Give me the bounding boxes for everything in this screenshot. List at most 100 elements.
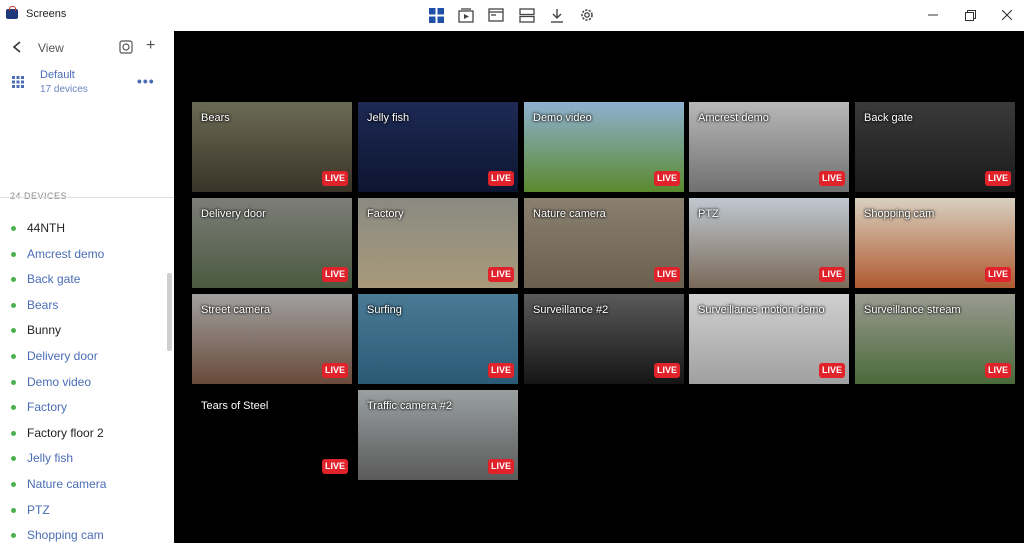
device-name: Jelly fish <box>27 451 74 466</box>
device-list-item[interactable]: Delivery door <box>0 344 174 370</box>
online-status-icon <box>11 302 16 308</box>
camera-tile[interactable]: Surveillance stream LIVE <box>855 294 1015 384</box>
device-name: Delivery door <box>27 348 98 363</box>
back-icon[interactable] <box>12 40 22 56</box>
live-badge: LIVE <box>322 267 348 282</box>
playback-icon[interactable] <box>457 6 475 24</box>
camera-tile[interactable]: Demo video LIVE <box>524 102 684 192</box>
camera-name: Street camera <box>201 304 271 316</box>
live-badge: LIVE <box>985 267 1011 282</box>
device-list-item[interactable]: Nature camera <box>0 472 174 498</box>
device-list-item[interactable]: Jelly fish <box>0 446 174 472</box>
camera-tile[interactable]: Street camera LIVE <box>192 294 352 384</box>
live-badge: LIVE <box>819 267 845 282</box>
view-label: View <box>38 41 64 55</box>
camera-name: Delivery door <box>201 208 266 220</box>
camera-name: Nature camera <box>533 208 606 220</box>
live-badge: LIVE <box>322 459 348 474</box>
view-default[interactable]: Default 17 devices ••• <box>0 67 174 99</box>
view-default-device-count: 17 devices <box>40 84 88 95</box>
camera-tile[interactable]: Surveillance #2 LIVE <box>524 294 684 384</box>
online-status-icon <box>11 405 16 411</box>
device-list-item[interactable]: Factory <box>0 395 174 421</box>
divider <box>0 197 174 198</box>
grid-icon <box>12 75 24 93</box>
online-status-icon <box>11 251 16 257</box>
minimize-button[interactable] <box>923 6 943 24</box>
live-badge: LIVE <box>654 267 680 282</box>
live-badge: LIVE <box>488 363 514 378</box>
online-status-icon <box>11 328 16 334</box>
device-list-item[interactable]: Bears <box>0 293 174 319</box>
camera-settings-icon[interactable] <box>119 40 133 59</box>
title-bar: Screens <box>0 0 1024 31</box>
camera-tile[interactable]: Nature camera LIVE <box>524 198 684 288</box>
camera-grid: Bears LIVE Jelly fish LIVE Demo video LIVE Amc… <box>174 31 1024 543</box>
camera-name: Surveillance #2 <box>533 304 609 316</box>
device-list-item[interactable]: Shopping cam <box>0 523 174 543</box>
online-status-icon <box>11 481 16 487</box>
device-list-item[interactable]: Back gate <box>0 267 174 293</box>
app-logo-icon <box>6 6 18 19</box>
camera-tile[interactable]: PTZ LIVE <box>689 198 849 288</box>
camera-name: Bears <box>201 112 230 124</box>
camera-tile[interactable]: Delivery door LIVE <box>192 198 352 288</box>
camera-name: Tears of Steel <box>201 400 269 412</box>
camera-tile[interactable]: Surfing LIVE <box>358 294 518 384</box>
device-list-item[interactable]: 44NTH <box>0 216 174 242</box>
device-list-item[interactable]: PTZ <box>0 498 174 524</box>
live-badge: LIVE <box>819 363 845 378</box>
split-view-icon[interactable] <box>518 6 536 24</box>
device-list-item[interactable]: Bunny <box>0 318 174 344</box>
device-count-header: 24 DEVICES <box>10 191 68 201</box>
device-list: 44NTH Amcrest demo Back gate Bears Bunny Deli… <box>0 216 174 543</box>
download-icon[interactable] <box>548 6 566 24</box>
live-badge: LIVE <box>985 171 1011 186</box>
scrollbar-thumb[interactable] <box>167 273 172 351</box>
live-badge: LIVE <box>654 363 680 378</box>
gear-icon[interactable] <box>578 6 596 24</box>
online-status-icon <box>11 379 16 385</box>
camera-tile[interactable]: Bears LIVE <box>192 102 352 192</box>
online-status-icon <box>11 353 16 359</box>
sidebar: View + Default 17 devices ••• 24 DEVICES… <box>0 31 174 543</box>
device-list-item[interactable]: Factory floor 2 <box>0 421 174 447</box>
live-badge: LIVE <box>322 363 348 378</box>
add-view-button[interactable]: + <box>146 37 155 55</box>
live-badge: LIVE <box>985 363 1011 378</box>
device-name: Bunny <box>27 323 62 338</box>
live-badge: LIVE <box>488 267 514 282</box>
app-title: Screens <box>26 8 67 20</box>
device-list-item[interactable]: Amcrest demo <box>0 242 174 268</box>
online-status-icon <box>11 226 16 231</box>
camera-tile[interactable]: Traffic camera #2 LIVE <box>358 390 518 480</box>
camera-name: Shopping cam <box>864 208 935 220</box>
device-name: Shopping cam <box>27 528 104 543</box>
camera-name: PTZ <box>698 208 719 220</box>
camera-tile[interactable]: Back gate LIVE <box>855 102 1015 192</box>
camera-tile[interactable]: Tears of Steel LIVE <box>192 390 352 480</box>
camera-tile[interactable]: Factory LIVE <box>358 198 518 288</box>
camera-name: Amcrest demo <box>698 112 769 124</box>
camera-tile[interactable]: Surveillance motion demo LIVE <box>689 294 849 384</box>
grid-view-icon[interactable] <box>427 6 445 24</box>
camera-name: Factory <box>367 208 404 220</box>
restore-button[interactable] <box>960 6 980 24</box>
device-name: Demo video <box>27 374 92 389</box>
camera-tile[interactable]: Amcrest demo LIVE <box>689 102 849 192</box>
window-view-icon[interactable] <box>487 6 505 24</box>
device-list-item[interactable]: Demo video <box>0 370 174 396</box>
close-button[interactable] <box>997 6 1017 24</box>
camera-tile[interactable]: Jelly fish LIVE <box>358 102 518 192</box>
camera-tile[interactable]: Shopping cam LIVE <box>855 198 1015 288</box>
live-badge: LIVE <box>654 171 680 186</box>
device-name: Amcrest demo <box>27 246 105 261</box>
more-options-icon[interactable]: ••• <box>137 73 155 89</box>
view-default-title: Default <box>40 69 75 81</box>
camera-name: Traffic camera #2 <box>367 400 452 412</box>
camera-name: Surfing <box>367 304 402 316</box>
online-status-icon <box>11 456 16 462</box>
device-name: Back gate <box>27 272 81 287</box>
online-status-icon <box>11 277 16 283</box>
camera-name: Jelly fish <box>367 112 410 124</box>
